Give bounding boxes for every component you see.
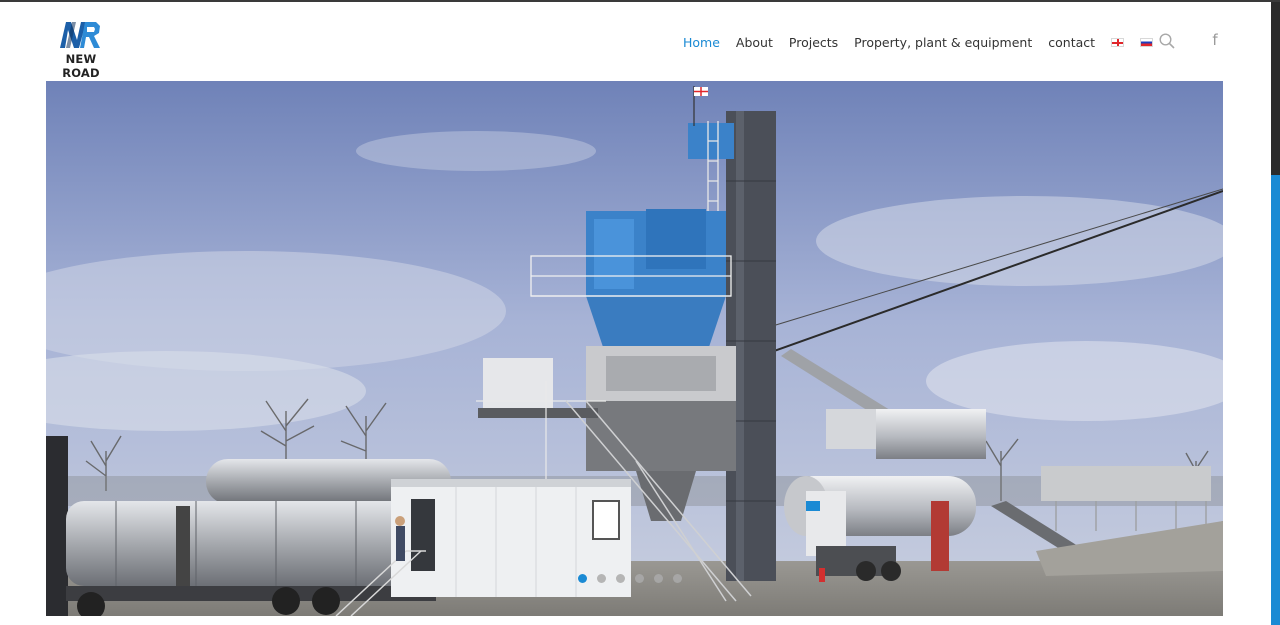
nav-item-projects[interactable]: Projects [789,35,838,50]
main-navigation: Home About Projects Property, plant & eq… [683,33,1169,51]
hero-slider-image [46,81,1223,616]
nav-item-about[interactable]: About [736,35,773,50]
slider-dot-5[interactable] [654,574,663,583]
facebook-icon[interactable]: f [1209,32,1221,49]
nav-item-property-plant-equipment[interactable]: Property, plant & equipment [854,35,1032,50]
logo-text: NEW ROAD [62,52,100,80]
scrollbar-track-top [1271,2,1280,175]
new-road-logo-icon [60,22,100,48]
slider-dot-6[interactable] [673,574,682,583]
russian-flag-icon[interactable] [1140,37,1154,47]
slider-dot-1[interactable] [578,574,587,583]
search-icon[interactable] [1159,33,1175,49]
georgian-flag-icon[interactable] [1111,37,1125,47]
slider-dot-3[interactable] [616,574,625,583]
asphalt-plant-photo [46,81,1223,616]
slider-dot-4[interactable] [635,574,644,583]
slider-dot-2[interactable] [597,574,606,583]
scrollbar-thumb[interactable] [1271,175,1280,625]
nav-item-home[interactable]: Home [683,35,720,50]
window-top-border [0,0,1280,2]
site-logo[interactable]: NEW ROAD [46,20,116,80]
slider-pagination [578,574,692,583]
nav-item-contact[interactable]: contact [1048,35,1095,50]
